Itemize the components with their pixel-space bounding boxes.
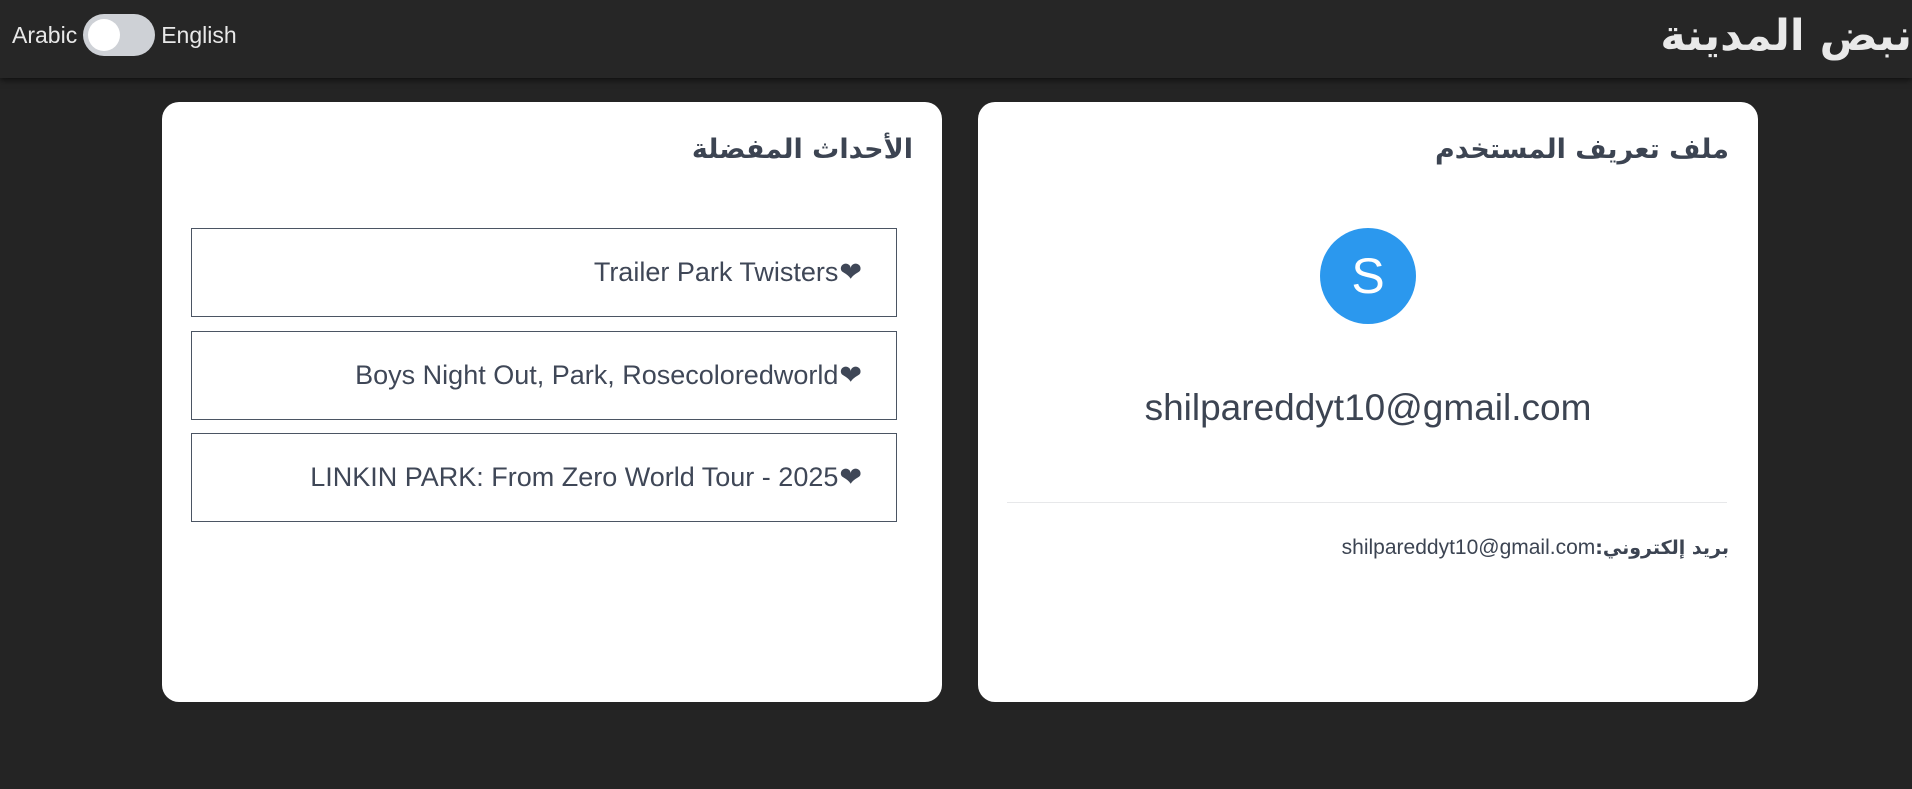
- favorite-event-item[interactable]: Trailer Park Twisters ❤: [191, 228, 897, 317]
- heart-icon[interactable]: ❤: [839, 360, 862, 391]
- user-profile-card: ملف تعريف المستخدم S shilpareddyt10@gmai…: [978, 102, 1758, 702]
- toggle-knob: [88, 19, 121, 51]
- top-bar: Arabic English نبض المدينة: [0, 0, 1912, 78]
- favorite-event-label: Boys Night Out, Park, Rosecoloredworld: [355, 360, 839, 390]
- heart-icon[interactable]: ❤: [839, 257, 862, 288]
- favorite-event-label: Trailer Park Twisters: [593, 257, 839, 287]
- profile-email-heading: shilpareddyt10@gmail.com: [1144, 387, 1592, 428]
- email-row: بريد إلكتروني:shilpareddyt10@gmail.com: [1342, 535, 1729, 560]
- heart-icon[interactable]: ❤: [839, 462, 862, 493]
- favorite-events-title: الأحداث المفضلة: [691, 134, 913, 165]
- email-label: بريد إلكتروني:: [1595, 537, 1729, 559]
- favorite-event-item[interactable]: LINKIN PARK: From Zero World Tour - 2025…: [191, 433, 897, 522]
- email-value: shilpareddyt10@gmail.com: [1341, 536, 1596, 559]
- user-profile-title: ملف تعريف المستخدم: [1435, 134, 1729, 165]
- language-label-arabic: Arabic: [12, 21, 78, 48]
- favorite-events-card: الأحداث المفضلة Trailer Park Twisters ❤ B…: [162, 102, 942, 702]
- favorite-event-label: LINKIN PARK: From Zero World Tour - 2025: [310, 462, 839, 492]
- language-label-english: English: [161, 21, 237, 48]
- avatar: S: [1320, 228, 1416, 324]
- divider: [1007, 502, 1727, 503]
- site-brand[interactable]: نبض المدينة: [1660, 6, 1912, 66]
- language-switcher: Arabic English: [12, 14, 237, 56]
- language-toggle[interactable]: [83, 14, 156, 56]
- favorite-event-item[interactable]: Boys Night Out, Park, Rosecoloredworld ❤: [191, 331, 897, 420]
